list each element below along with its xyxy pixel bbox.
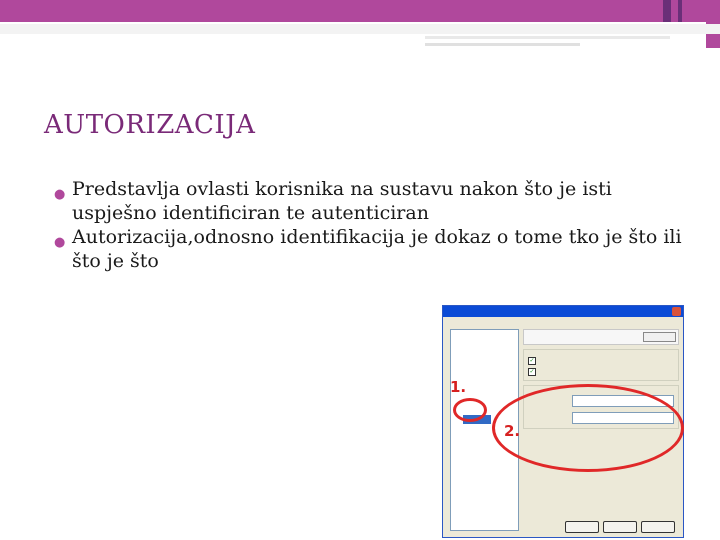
decorative-line	[425, 36, 670, 39]
top-bar-accent	[663, 0, 671, 22]
screenshot-checkbox: ✓	[528, 368, 674, 376]
screenshot-options-group: ✓ ✓	[523, 349, 679, 381]
slide-title: AUTORIZACIJA	[44, 110, 256, 140]
bullet-text: Predstavlja ovlasti korisnika na sustavu…	[72, 178, 612, 224]
decorative-line	[425, 43, 580, 46]
check-icon: ✓	[528, 368, 536, 376]
highlight-ring-2	[492, 384, 684, 472]
screenshot-panel-header	[523, 329, 679, 345]
top-decorative-bar	[0, 0, 720, 22]
bullet-dot-icon: ●	[54, 187, 66, 202]
annotation-label-1: 1.	[450, 378, 467, 396]
screenshot-panel-button	[643, 332, 676, 342]
bullet-item: ● Autorizacija,odnosno identifikacija je…	[46, 225, 696, 273]
screenshot-titlebar	[443, 306, 683, 317]
check-icon: ✓	[528, 357, 536, 365]
bullet-list: ● Predstavlja ovlasti korisnika na susta…	[46, 177, 696, 273]
highlight-ring-1	[453, 398, 487, 422]
screenshot-checkbox: ✓	[528, 357, 674, 365]
close-icon	[672, 307, 681, 316]
bullet-text: Autorizacija,odnosno identifikacija je d…	[72, 226, 682, 272]
screenshot-button	[641, 521, 675, 533]
decorative-line	[0, 24, 720, 34]
screenshot-button-row	[565, 521, 675, 533]
annotation-label-2: 2.	[504, 422, 521, 440]
screenshot-button	[565, 521, 599, 533]
top-bar-accent	[678, 0, 682, 22]
bullet-dot-icon: ●	[54, 235, 66, 250]
bullet-item: ● Predstavlja ovlasti korisnika na susta…	[46, 177, 696, 225]
screenshot-button	[603, 521, 637, 533]
